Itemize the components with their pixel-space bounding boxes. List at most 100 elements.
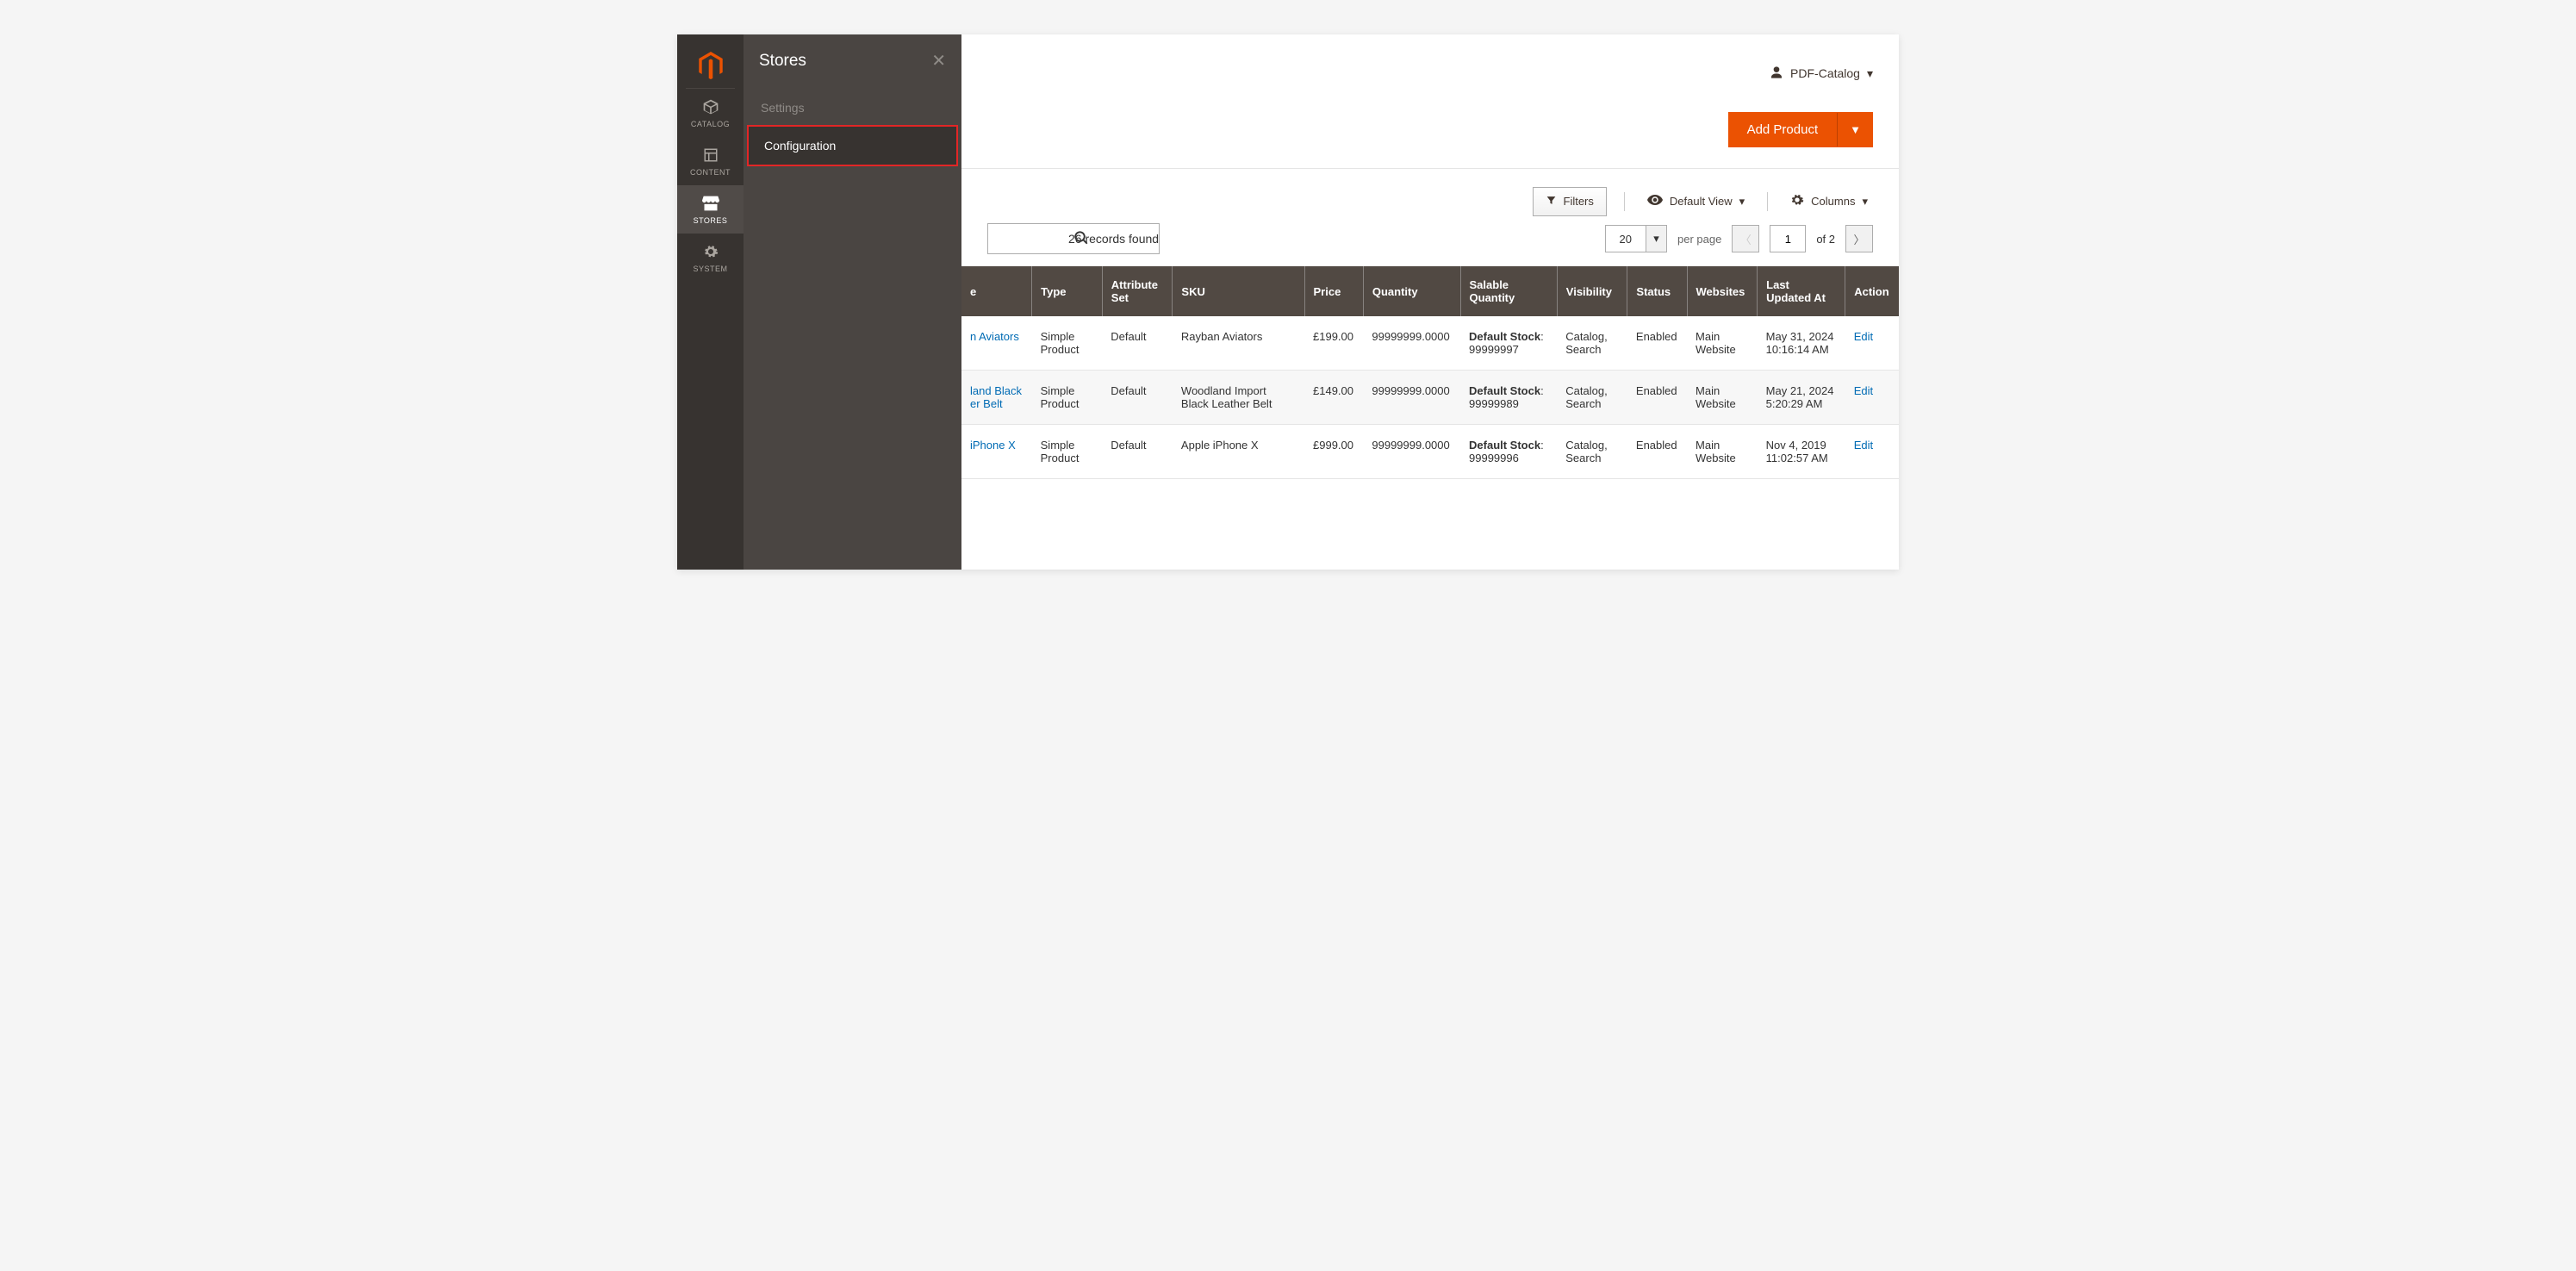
cell-price: £999.00 [1304,425,1363,479]
chevron-down-icon: ▾ [1862,195,1868,209]
cell-attr-set: Default [1102,316,1173,371]
col-action[interactable]: Action [1845,266,1899,316]
cell-price: £149.00 [1304,371,1363,425]
divider [1767,192,1768,211]
col-websites[interactable]: Websites [1687,266,1758,316]
rail-system[interactable]: SYSTEM [677,234,744,282]
next-page-button[interactable]: 〉 [1845,225,1873,252]
cell-sku: Woodland Import Black Leather Belt [1173,371,1304,425]
cell-name: land Blacker Belt [961,371,1032,425]
add-product-label: Add Product [1728,112,1838,147]
cell-action[interactable]: Edit [1845,425,1899,479]
funnel-icon [1546,195,1557,209]
cell-status: Enabled [1627,371,1687,425]
filters-label: Filters [1564,195,1594,208]
cell-sku: Apple iPhone X [1173,425,1304,479]
per-page-label: per page [1677,233,1721,246]
columns-button[interactable]: Columns ▾ [1785,186,1873,216]
rail-catalog[interactable]: CATALOG [677,89,744,137]
cell-salable: Default Stock: 99999996 [1460,425,1557,479]
col-type[interactable]: Type [1032,266,1103,316]
per-page-select[interactable]: 20 ▾ [1605,225,1667,252]
cell-type: Simple Product [1032,425,1103,479]
close-icon[interactable]: ✕ [931,50,946,72]
products-table: e Type Attribute Set SKU Price Quantity … [961,266,1899,479]
cell-attr-set: Default [1102,425,1173,479]
cell-price: £199.00 [1304,316,1363,371]
cell-qty: 99999999.0000 [1363,425,1460,479]
cell-updated: Nov 4, 2019 11:02:57 AM [1758,425,1845,479]
edit-link[interactable]: Edit [1854,439,1873,452]
records-count: 26 records found [1068,232,1159,246]
cell-websites: Main Website [1687,425,1758,479]
cell-salable: Default Stock: 99999989 [1460,371,1557,425]
stores-flyout: Stores ✕ Settings Configuration [744,34,961,570]
cube-icon [702,97,719,116]
configuration-link[interactable]: Configuration [747,125,958,166]
default-view-button[interactable]: Default View ▾ [1642,187,1750,215]
rail-label: CATALOG [691,120,730,128]
col-sku[interactable]: SKU [1173,266,1304,316]
filters-button[interactable]: Filters [1533,187,1607,216]
add-product-dropdown[interactable]: ▼ [1837,113,1873,146]
cell-salable: Default Stock: 99999997 [1460,316,1557,371]
magento-logo-icon [686,42,735,89]
rail-label: CONTENT [690,168,731,177]
col-price[interactable]: Price [1304,266,1363,316]
edit-link[interactable]: Edit [1854,384,1873,397]
add-product-button[interactable]: Add Product ▼ [1728,112,1873,147]
user-icon [1770,65,1783,82]
cell-name: n Aviators [961,316,1032,371]
icon-rail: CATALOG CONTENT STORES SYSTEM [677,34,744,570]
store-icon [702,194,719,213]
divider [1624,192,1625,211]
cell-type: Simple Product [1032,371,1103,425]
chevron-down-icon: ▾ [1646,226,1666,252]
cell-qty: 99999999.0000 [1363,316,1460,371]
rail-content[interactable]: CONTENT [677,137,744,185]
gear-icon [703,242,719,261]
col-visibility[interactable]: Visibility [1557,266,1627,316]
cell-visibility: Catalog, Search [1557,371,1627,425]
cell-websites: Main Website [1687,371,1758,425]
cell-visibility: Catalog, Search [1557,316,1627,371]
layout-icon [703,146,719,165]
columns-label: Columns [1811,195,1855,208]
rail-stores[interactable]: STORES [677,185,744,234]
chevron-right-icon: 〉 [1853,231,1864,247]
rail-label: SYSTEM [693,265,727,273]
flyout-title: Stores [759,52,806,71]
col-updated[interactable]: Last Updated At [1758,266,1845,316]
cell-updated: May 21, 2024 5:20:29 AM [1758,371,1845,425]
col-attr-set[interactable]: Attribute Set [1102,266,1173,316]
rail-label: STORES [694,216,728,225]
cell-type: Simple Product [1032,316,1103,371]
cell-qty: 99999999.0000 [1363,371,1460,425]
chevron-down-icon: ▾ [1739,195,1745,209]
edit-link[interactable]: Edit [1854,330,1873,343]
cell-status: Enabled [1627,316,1687,371]
cell-name: iPhone X [961,425,1032,479]
prev-page-button[interactable]: 〈 [1732,225,1759,252]
cell-websites: Main Website [1687,316,1758,371]
col-salable[interactable]: Salable Quantity [1460,266,1557,316]
chevron-down-icon: ▾ [1867,66,1873,81]
default-view-label: Default View [1670,195,1733,208]
cell-action[interactable]: Edit [1845,316,1899,371]
table-row[interactable]: n AviatorsSimple ProductDefaultRayban Av… [961,316,1899,371]
cell-sku: Rayban Aviators [1173,316,1304,371]
col-status[interactable]: Status [1627,266,1687,316]
page-of-label: of 2 [1816,233,1835,246]
table-row[interactable]: iPhone XSimple ProductDefaultApple iPhon… [961,425,1899,479]
page-input[interactable] [1770,225,1806,252]
cell-updated: May 31, 2024 10:16:14 AM [1758,316,1845,371]
admin-window: CATALOG CONTENT STORES SYSTEM Stores ✕ S… [677,34,1899,570]
per-page-value: 20 [1606,233,1646,246]
user-name: PDF-Catalog [1790,66,1860,80]
user-menu[interactable]: PDF-Catalog ▾ [1770,65,1873,82]
col-name[interactable]: e [961,266,1032,316]
table-row[interactable]: land Blacker BeltSimple ProductDefaultWo… [961,371,1899,425]
cell-action[interactable]: Edit [1845,371,1899,425]
col-qty[interactable]: Quantity [1363,266,1460,316]
gear-icon [1790,193,1804,209]
